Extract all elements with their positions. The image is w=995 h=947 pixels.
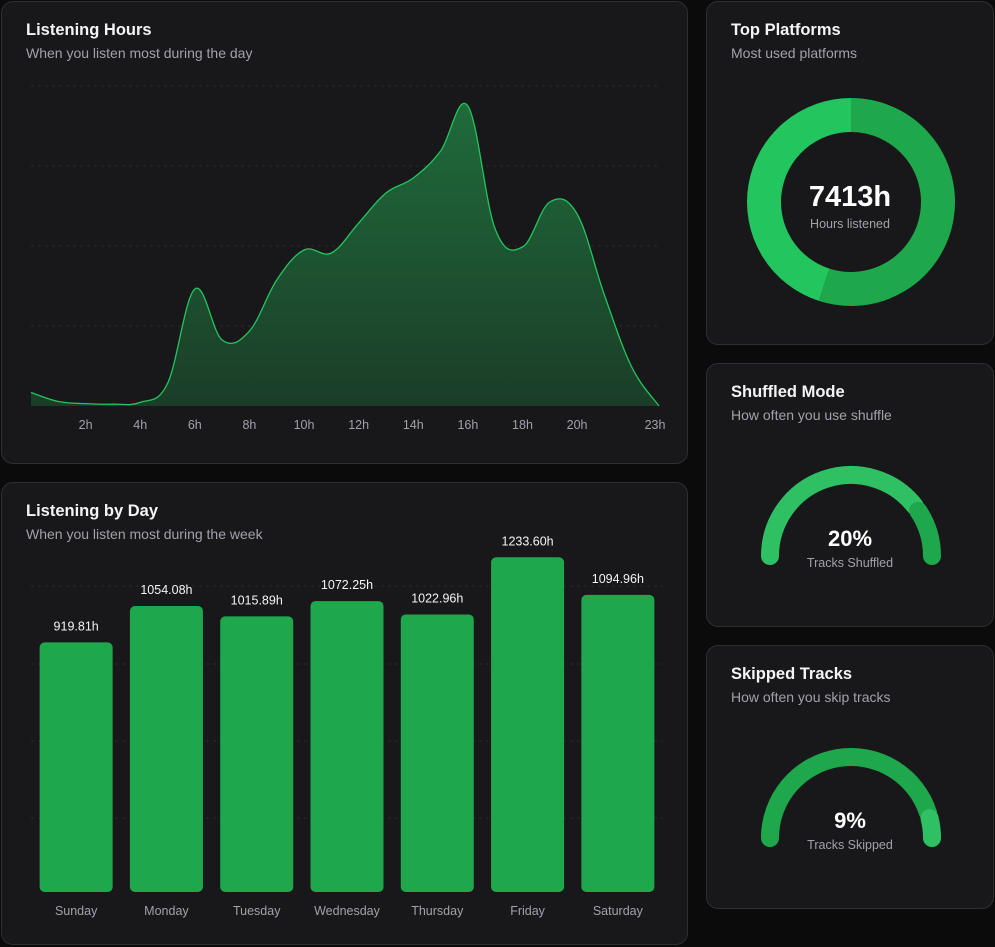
day-tick-label: Sunday — [55, 904, 98, 918]
x-tick-label: 23h — [645, 418, 666, 432]
day-bar — [581, 594, 655, 892]
bar-data-label: 1015.89h — [231, 593, 283, 607]
shuffled-gauge — [761, 466, 941, 565]
bar-data-label: 1233.60h — [502, 534, 554, 548]
top-platforms-donut — [747, 98, 955, 306]
hours-listened-value: 7413h — [808, 181, 892, 213]
x-tick-label: 10h — [294, 418, 315, 432]
shuffled-label: Tracks Shuffled — [806, 556, 894, 570]
day-tick-label: Thursday — [411, 904, 464, 918]
x-tick-label: 8h — [242, 418, 256, 432]
skipped-label: Tracks Skipped — [807, 838, 893, 852]
bar-data-label: 1094.96h — [592, 572, 644, 586]
bar-data-label: 1072.25h — [321, 578, 373, 592]
skipped-value: 9% — [834, 808, 866, 833]
listening-hours-area — [31, 103, 659, 407]
listening-hours-card: Listening Hours When you listen most dur… — [1, 1, 688, 464]
listening-by-day-chart: 919.81h Sunday 1054.08h Monday 1015.89h Tuesd… — [31, 534, 663, 918]
day-tick-label: Friday — [510, 904, 545, 918]
day-bar — [491, 557, 565, 892]
x-tick-label: 16h — [457, 418, 478, 432]
bar-data-label: 1054.08h — [140, 583, 192, 597]
x-tick-label: 20h — [567, 418, 588, 432]
day-bar — [220, 616, 294, 892]
bar-data-label: 919.81h — [54, 619, 99, 633]
skipped-gauge — [761, 748, 941, 847]
day-tick-label: Saturday — [593, 904, 644, 918]
day-bar — [129, 606, 203, 892]
hours-listened-label: Hours listened — [810, 217, 890, 231]
x-tick-label: 14h — [403, 418, 424, 432]
x-tick-label: 2h — [79, 418, 93, 432]
listening-hours-chart: 2h 4h 6h 8h 10h 12h 14h 16h 18h 20h 23h — [30, 85, 666, 432]
day-bar — [400, 614, 474, 892]
x-tick-label: 4h — [133, 418, 147, 432]
day-bar — [310, 601, 384, 892]
x-tick-label: 6h — [188, 418, 202, 432]
day-tick-label: Monday — [144, 904, 189, 918]
day-bar — [39, 642, 113, 892]
x-tick-label: 18h — [512, 418, 533, 432]
day-tick-label: Tuesday — [233, 904, 281, 918]
top-platforms-card: Top Platforms Most used platforms 7413h … — [706, 1, 994, 345]
skipped-tracks-card: Skipped Tracks How often you skip tracks… — [706, 645, 994, 909]
shuffled-value: 20% — [827, 526, 873, 551]
x-tick-label: 12h — [348, 418, 369, 432]
bar-data-label: 1022.96h — [411, 591, 463, 605]
listening-by-day-card: Listening by Day When you listen most du… — [1, 482, 688, 945]
shuffled-mode-card: Shuffled Mode How often you use shuffle … — [706, 363, 994, 627]
day-tick-label: Wednesday — [314, 904, 381, 918]
